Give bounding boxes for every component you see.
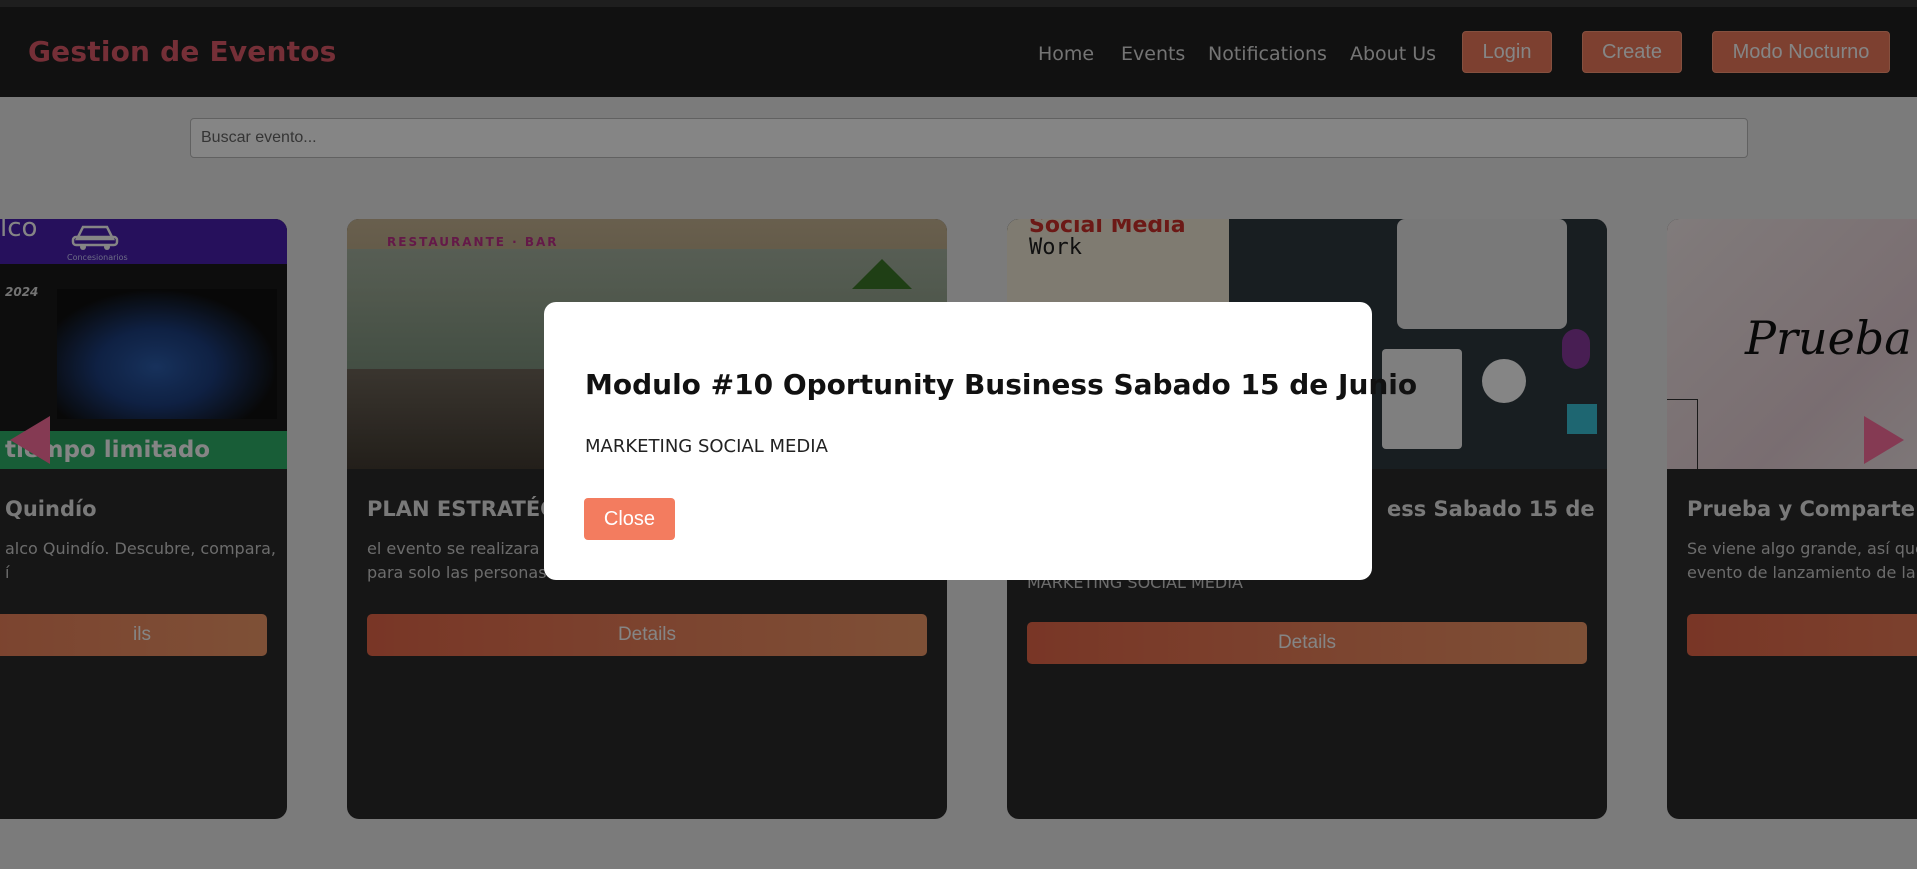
event-detail-modal: Modulo #10 Oportunity Business Sabado 15…	[544, 302, 1417, 580]
modal-description: MARKETING SOCIAL MEDIA	[585, 436, 828, 457]
modal-title: Modulo #10 Oportunity Business Sabado 15…	[585, 368, 1418, 401]
close-button[interactable]: Close	[584, 498, 675, 540]
page: Gestion de Eventos Home Events Notificat…	[0, 0, 1917, 869]
